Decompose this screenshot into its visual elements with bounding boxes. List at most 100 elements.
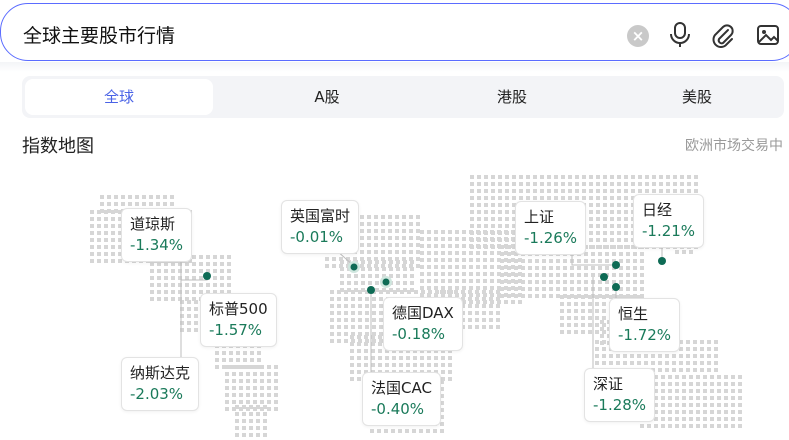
- map-dot: [658, 368, 662, 372]
- microphone-icon[interactable]: [668, 21, 692, 49]
- map-dot: [482, 304, 486, 308]
- map-dot: [350, 370, 354, 374]
- map-dot: [470, 245, 474, 249]
- map-dot: [489, 290, 493, 294]
- index-card-hang-seng[interactable]: 恒生 -1.72%: [609, 298, 681, 352]
- index-card-nasdaq[interactable]: 纳斯达克 -2.03%: [121, 357, 200, 411]
- map-dot: [731, 389, 735, 393]
- map-dot: [441, 244, 445, 248]
- map-dot: [469, 272, 473, 276]
- map-dot: [589, 175, 593, 179]
- map-dot: [111, 245, 115, 249]
- map-dot: [707, 361, 711, 365]
- map-dot: [455, 279, 459, 283]
- map-dot: [710, 417, 714, 421]
- map-dot: [542, 259, 546, 263]
- map-dot: [707, 368, 711, 372]
- map-dot: [107, 202, 111, 206]
- map-dot: [476, 279, 480, 283]
- map-dot: [561, 175, 565, 179]
- map-dot: [434, 356, 438, 360]
- search-bar[interactable]: 全球主要股市行情 ×: [0, 3, 789, 61]
- map-dot: [668, 403, 672, 407]
- map-dot: [470, 203, 474, 207]
- map-dot: [381, 250, 385, 254]
- map-dot: [714, 361, 718, 365]
- search-input[interactable]: 全球主要股市行情: [23, 21, 175, 48]
- map-dot: [441, 258, 445, 262]
- image-icon[interactable]: [755, 22, 781, 48]
- map-dot: [337, 297, 341, 301]
- map-dot: [689, 382, 693, 386]
- tab-a-shares[interactable]: A股: [242, 76, 412, 118]
- tab-global[interactable]: 全球: [25, 79, 213, 115]
- map-dot: [97, 231, 101, 235]
- map-dot: [111, 231, 115, 235]
- map-dot: [253, 379, 257, 383]
- map-dot: [164, 290, 168, 294]
- map-dot: [638, 189, 642, 193]
- map-dot: [507, 294, 511, 298]
- map-dot: [250, 351, 254, 355]
- map-dot: [374, 250, 378, 254]
- map-dot: [588, 302, 592, 306]
- map-dot: [535, 273, 539, 277]
- map-dot: [679, 354, 683, 358]
- map-dot: [689, 417, 693, 421]
- map-dot: [420, 356, 424, 360]
- map-dot: [220, 269, 224, 273]
- map-dot: [455, 272, 459, 276]
- map-dot: [610, 196, 614, 200]
- map-dot: [689, 410, 693, 414]
- tab-hk-stocks[interactable]: 港股: [427, 76, 597, 118]
- map-dot: [602, 295, 606, 299]
- index-card-sp500[interactable]: 标普500 -1.57%: [200, 293, 277, 347]
- paperclip-icon[interactable]: [710, 21, 736, 49]
- map-dot: [619, 252, 623, 256]
- map-dot: [448, 265, 452, 269]
- index-card-shenzhen[interactable]: 深证 -1.28%: [584, 368, 656, 422]
- map-dot: [199, 276, 203, 280]
- map-dot: [164, 276, 168, 280]
- map-dot: [462, 272, 466, 276]
- index-card-ftse[interactable]: 英国富时 -0.01%: [281, 200, 360, 254]
- map-dot: [344, 332, 348, 336]
- map-dot: [521, 280, 525, 284]
- map-dot: [500, 273, 504, 277]
- map-dot: [347, 281, 351, 285]
- map-dot: [489, 297, 493, 301]
- tab-us-stocks[interactable]: 美股: [612, 76, 782, 118]
- map-dot: [707, 340, 711, 344]
- map-dot: [483, 265, 487, 269]
- map-dot: [568, 189, 572, 193]
- map-dot: [686, 368, 690, 372]
- index-card-dax[interactable]: 德国DAX -0.18%: [383, 297, 463, 351]
- map-dot: [470, 217, 474, 221]
- close-icon[interactable]: ×: [627, 25, 649, 47]
- map-dot: [477, 182, 481, 186]
- map-dot: [350, 356, 354, 360]
- map-dot: [626, 273, 630, 277]
- index-card-cac[interactable]: 法国CAC -0.40%: [362, 372, 441, 426]
- map-dot: [388, 229, 392, 233]
- map-dot: [420, 244, 424, 248]
- map-dot: [491, 175, 495, 179]
- map-dot: [661, 417, 665, 421]
- map-dot: [368, 274, 372, 278]
- map-dot: [526, 196, 530, 200]
- map-dot: [696, 410, 700, 414]
- index-name: 道琼斯: [130, 215, 176, 233]
- index-card-dow-jones[interactable]: 道琼斯 -1.34%: [121, 208, 193, 262]
- map-dot: [448, 272, 452, 276]
- map-dot: [192, 283, 196, 287]
- index-card-shanghai[interactable]: 上证 -1.26%: [515, 201, 587, 255]
- map-dot: [250, 358, 254, 362]
- map-dot: [149, 202, 153, 206]
- index-card-nikkei[interactable]: 日经 -1.21%: [633, 194, 705, 248]
- map-dot: [489, 311, 493, 315]
- map-dot: [617, 196, 621, 200]
- map-dot: [357, 377, 361, 381]
- map-dot: [416, 229, 420, 233]
- map-dot: [337, 290, 341, 294]
- map-dot: [567, 316, 571, 320]
